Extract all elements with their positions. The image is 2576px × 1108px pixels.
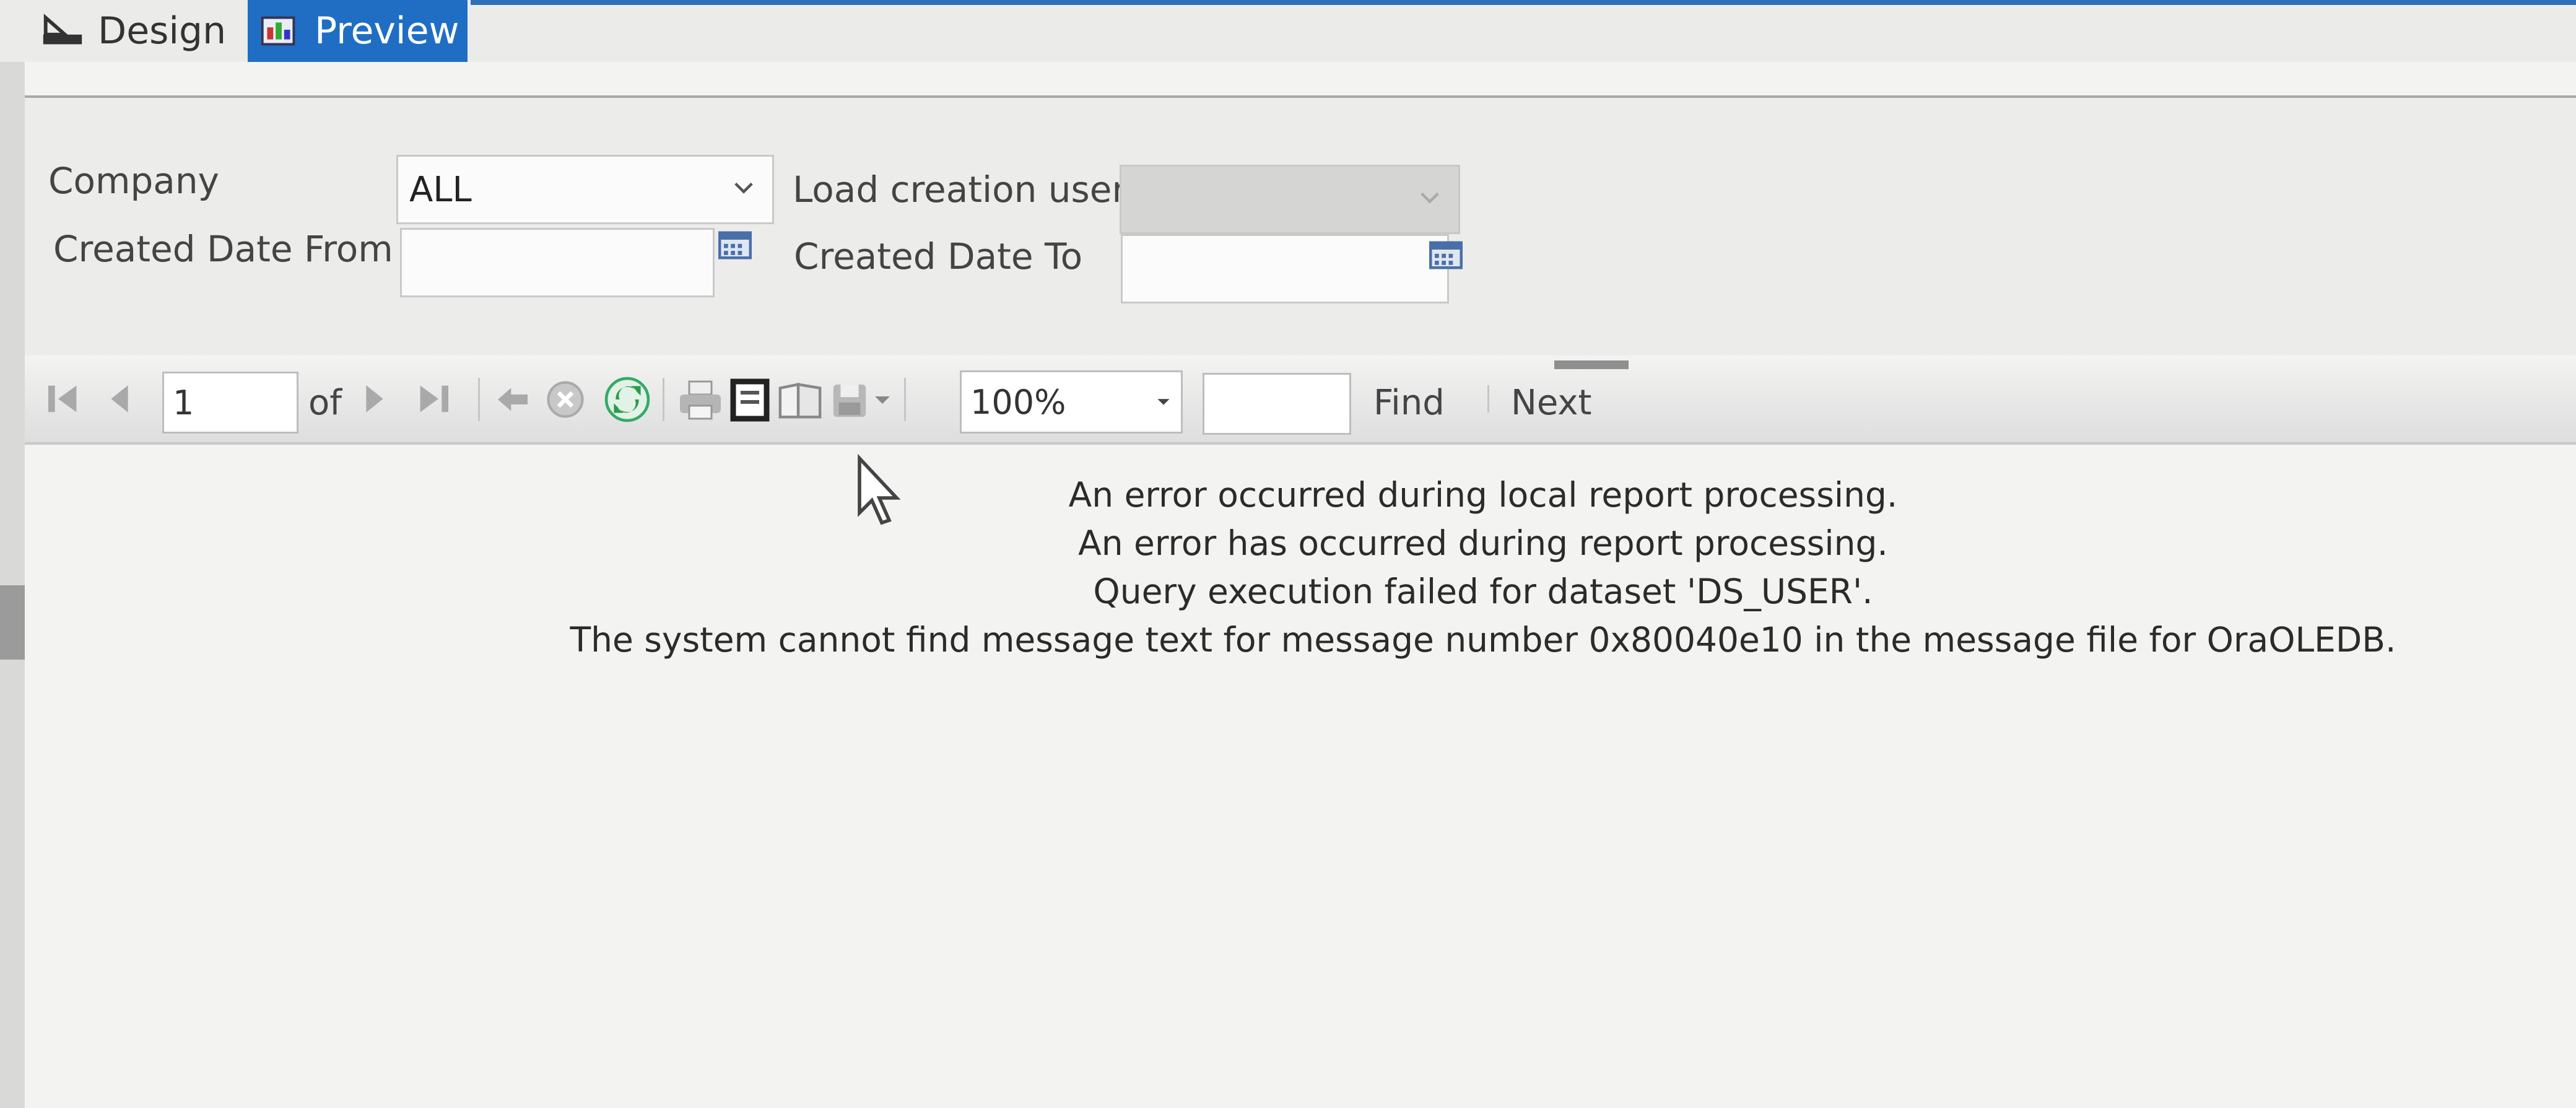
date-from-label: Created Date From [53,228,393,270]
tab-design-label: Design [98,9,227,53]
design-icon [43,14,82,45]
preview-icon [261,16,295,46]
chevron-down-icon [734,182,753,194]
calendar-icon[interactable] [1429,240,1463,270]
page-setup-icon[interactable] [777,380,824,421]
stop-icon[interactable] [545,379,586,420]
chevron-down-icon [1421,192,1439,204]
error-line-1: An error occurred during local report pr… [1068,475,1898,515]
zoom-select[interactable]: 100% [960,370,1183,434]
tab-bar: Design Preview [0,0,2576,62]
print-icon[interactable] [676,378,724,422]
next-page-icon[interactable] [359,380,390,417]
page-number-value: 1 [173,383,194,422]
parameters-panel: Company ALL Load creation user Created D… [25,95,2576,358]
error-line-3: Query execution failed for dataset 'DS_U… [1093,572,1873,611]
error-line-2: An error has occurred during report proc… [1078,523,1888,563]
toolbar-separator [663,378,664,421]
left-dock-strip [0,62,27,1108]
zoom-value: 100% [970,382,1066,422]
toolbar-separator [1487,385,1489,412]
load-user-label: Load creation user [793,168,1127,211]
report-toolbar: 1 of 100% Find Next [25,356,2576,445]
page-of-label: of [308,382,342,423]
back-icon[interactable] [493,383,533,416]
first-page-icon[interactable] [43,380,83,417]
find-link[interactable]: Find [1373,372,1445,434]
refresh-icon[interactable] [604,377,650,422]
error-message: An error occurred during local report pr… [25,471,2576,664]
report-viewer: Company ALL Load creation user Created D… [25,62,2576,1108]
export-icon[interactable] [830,380,869,421]
left-dock-marker [0,585,25,660]
company-dropdown[interactable]: ALL [396,155,774,224]
date-from-input[interactable] [400,228,715,297]
load-user-dropdown[interactable] [1120,165,1460,234]
company-value: ALL [409,169,472,210]
find-input[interactable] [1203,373,1351,435]
company-label: Company [48,160,219,202]
date-to-label: Created Date To [794,235,1083,277]
tab-design[interactable]: Design [31,0,242,62]
error-line-4: The system cannot find message text for … [570,620,2396,660]
prev-page-icon[interactable] [104,380,135,417]
toolbar-separator [478,378,480,421]
mouse-cursor-icon [858,453,901,525]
next-link[interactable]: Next [1511,372,1591,434]
dropdown-arrow-icon[interactable] [873,394,892,406]
tab-preview[interactable]: Preview [248,0,468,62]
parameters-collapse-handle[interactable] [1554,360,1629,369]
print-layout-icon[interactable] [728,378,772,422]
page-number-input[interactable]: 1 [162,372,298,434]
calendar-icon[interactable] [718,230,752,260]
date-to-input[interactable] [1121,234,1449,303]
chevron-down-icon [1157,399,1170,405]
toolbar-separator [904,378,906,421]
last-page-icon[interactable] [414,380,453,417]
tab-preview-label: Preview [315,9,459,53]
